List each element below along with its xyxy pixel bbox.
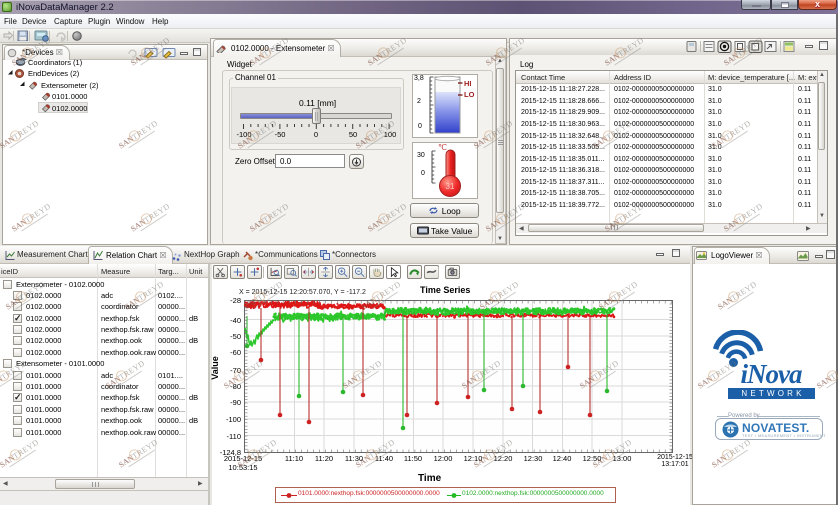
svg-text:31: 31	[446, 182, 455, 191]
